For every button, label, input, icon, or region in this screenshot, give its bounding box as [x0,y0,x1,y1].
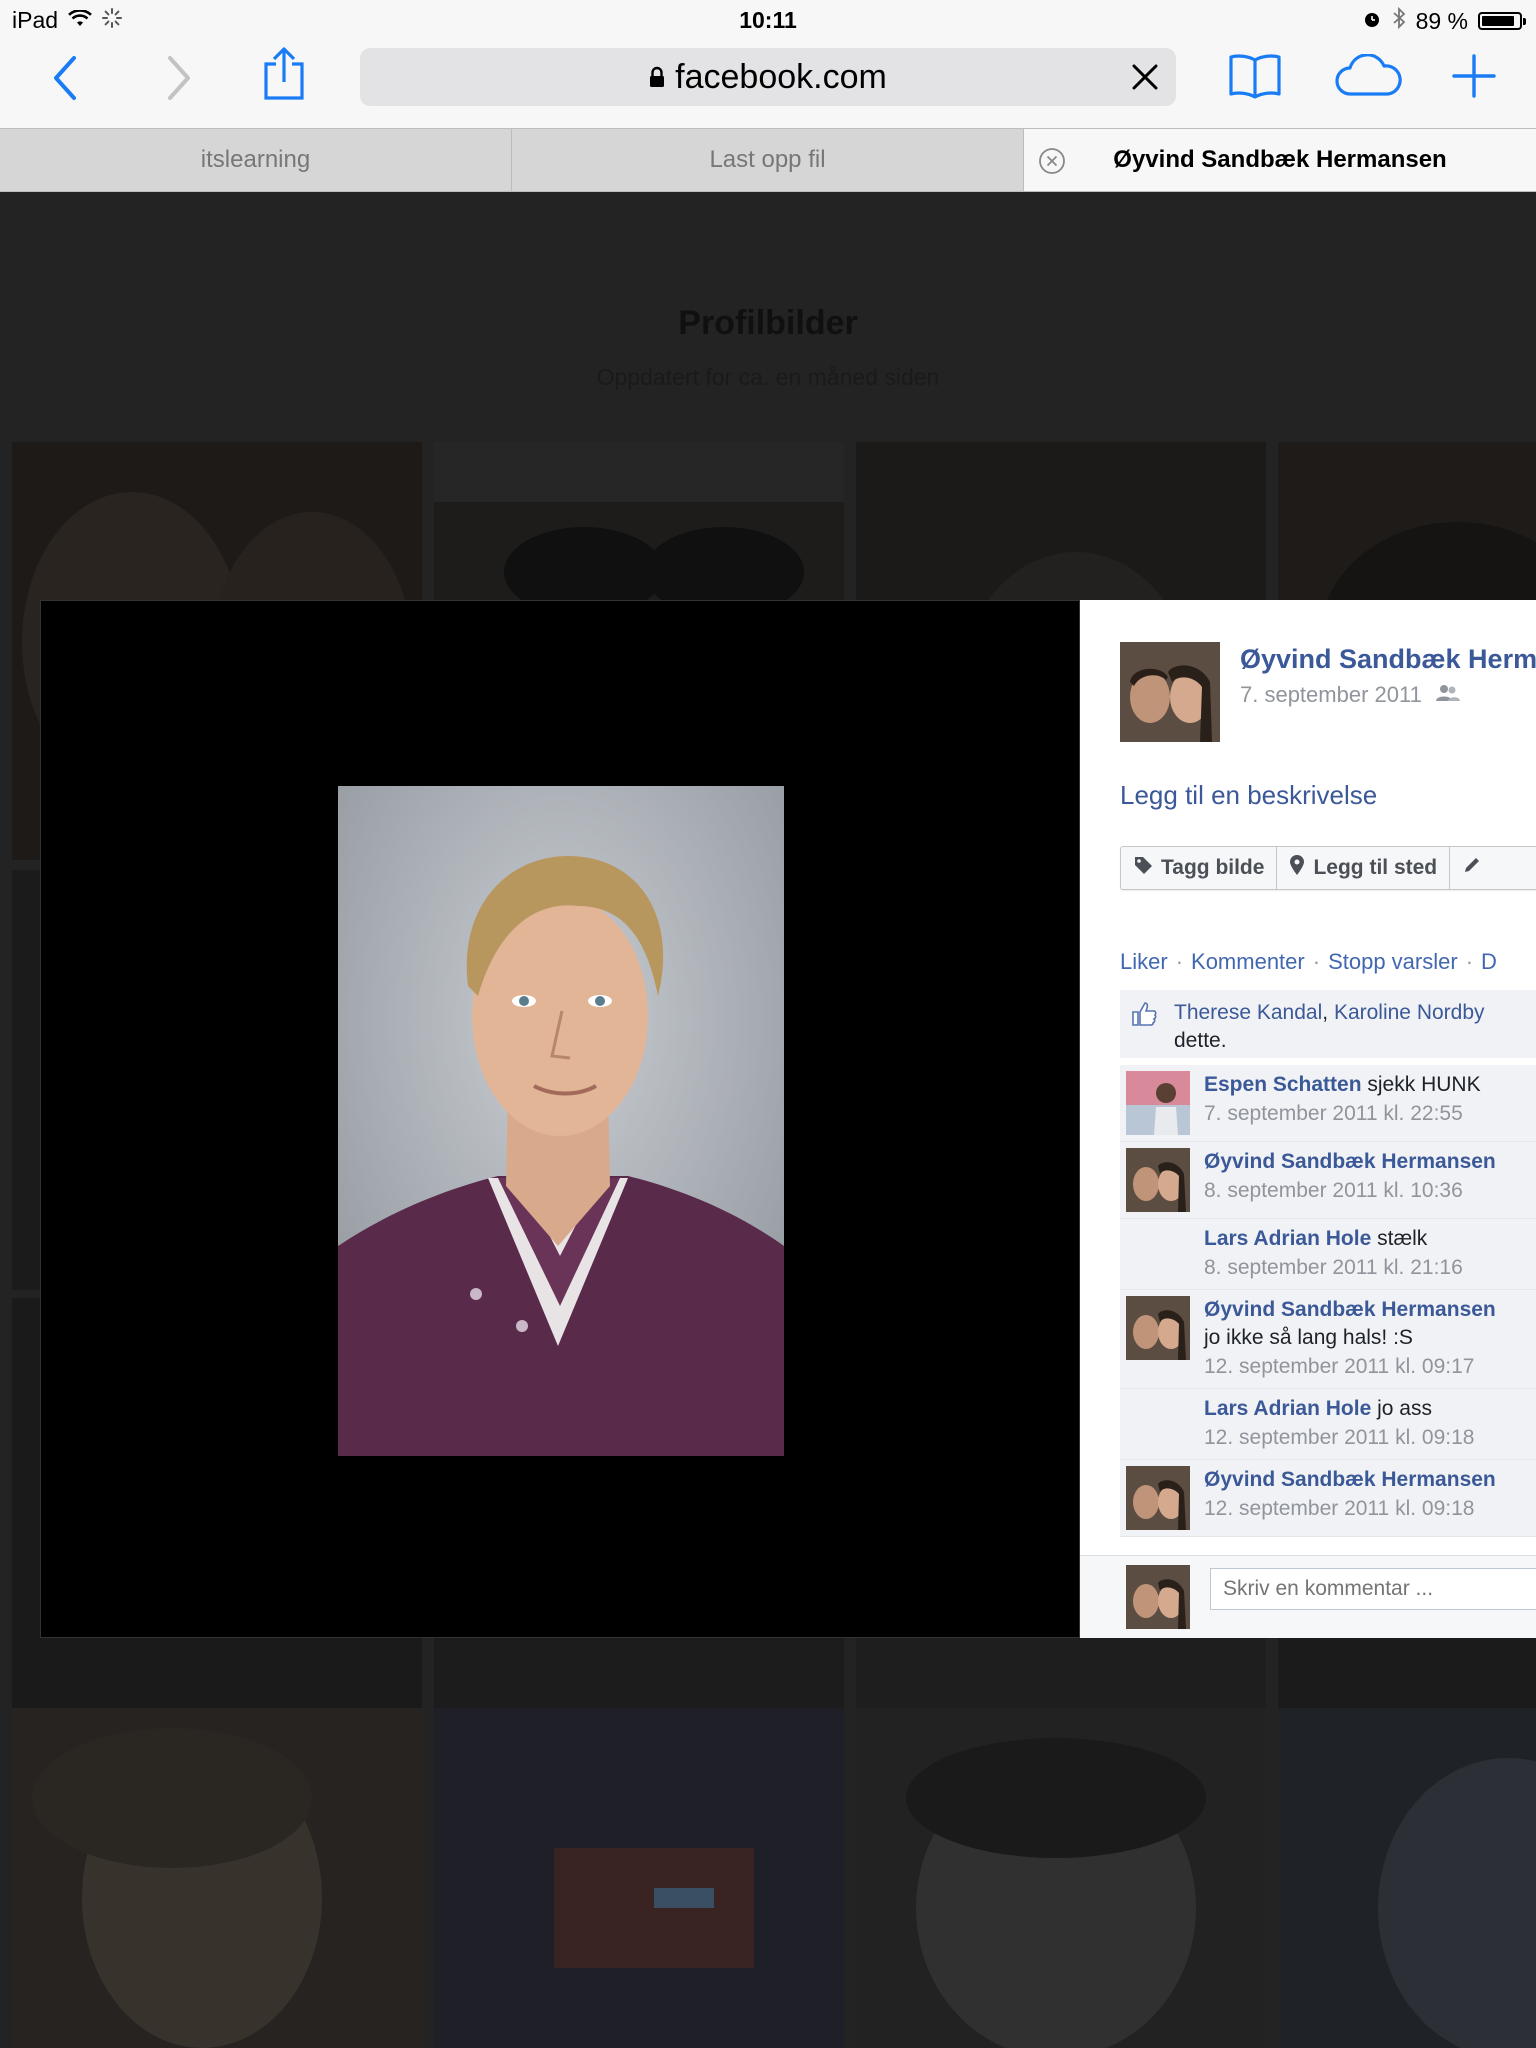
comment-link[interactable]: Kommenter [1191,949,1305,974]
tab-label: Øyvind Sandbæk Hermansen [1113,146,1447,173]
comment-timestamp[interactable]: 8. september 2011 kl. 21:16 [1204,1256,1463,1279]
back-button[interactable] [50,54,80,102]
comment-item: Lars Adrian Hole stælk 8. september 2011… [1120,1219,1536,1290]
status-bar: iPad 10:11 89 % [0,0,1536,40]
comment-text: sjekk HUNK [1367,1073,1481,1096]
album-photo-thumbnail[interactable] [1278,1708,1536,2048]
photo-viewer[interactable] [40,600,1080,1638]
like-link[interactable]: Liker [1120,949,1168,974]
bluetooth-icon [1392,6,1406,35]
comment-input[interactable] [1210,1568,1536,1610]
profile-photo[interactable] [338,786,784,1456]
comment-text: jo ass [1377,1397,1432,1420]
clock: 10:11 [739,7,797,33]
comment-item: Øyvind Sandbæk Hermansen 8. september 20… [1120,1142,1536,1219]
add-location-button[interactable]: Legg til sted [1277,847,1451,889]
comment-timestamp[interactable]: 7. september 2011 kl. 22:55 [1204,1102,1463,1125]
more-action-link[interactable]: D [1481,949,1497,974]
tab-label: itslearning [200,146,311,173]
pencil-icon [1462,855,1482,881]
owner-name-link[interactable]: Øyvind Sandbæk Hermansen [1240,644,1536,675]
post-date[interactable]: 7. september 2011 [1240,682,1460,708]
tab-label: Last opp fil [709,146,826,173]
liker-link[interactable]: Karoline Nordby [1334,1001,1485,1024]
current-user-avatar [1126,1565,1190,1629]
commenter-avatar[interactable] [1126,1466,1190,1530]
stop-notifications-link[interactable]: Stopp varsler [1328,949,1458,974]
likes-summary: Therese Kandal, Karoline Nordby dette. [1120,990,1536,1058]
comment-author-link[interactable]: Øyvind Sandbæk Hermansen [1204,1468,1496,1491]
share-button[interactable] [262,46,306,102]
likes-separator: , [1322,1001,1334,1024]
album-photo-thumbnail[interactable] [856,1708,1266,2048]
comment-text: stælk [1377,1227,1428,1250]
comment-timestamp[interactable]: 12. september 2011 kl. 09:18 [1204,1497,1474,1520]
comment-author-link[interactable]: Lars Adrian Hole [1204,1397,1371,1420]
url-text: facebook.com [675,57,887,96]
photo-info-panel: Øyvind Sandbæk Hermansen 7. september 20… [1080,600,1536,1638]
comment-timestamp[interactable]: 12. september 2011 kl. 09:18 [1204,1426,1474,1449]
comment-item: Øyvind Sandbæk Hermansen jo ikke så lang… [1120,1290,1536,1389]
forward-button[interactable] [164,54,194,102]
battery-level [1482,16,1514,26]
comment-timestamp[interactable]: 8. september 2011 kl. 10:36 [1204,1179,1463,1202]
browser-toolbar: facebook.com [0,40,1536,128]
commenter-avatar[interactable] [1126,1148,1190,1212]
comment-author-link[interactable]: Øyvind Sandbæk Hermansen [1204,1150,1496,1173]
commenter-avatar[interactable] [1126,1296,1190,1360]
comment-item: Espen Schatten sjekk HUNK 7. september 2… [1120,1065,1536,1142]
clear-url-icon[interactable] [1130,62,1160,101]
album-photo-thumbnail[interactable] [434,1708,844,2048]
tab-itslearning[interactable]: itslearning [0,129,512,191]
album-title: Profilbilder [678,304,858,342]
alarm-icon [1362,8,1382,35]
album-photo-thumbnail[interactable] [12,1708,422,2048]
album-subtitle: Oppdatert for ca. en måned siden [596,364,940,390]
commenter-avatar-placeholder [1126,1395,1190,1453]
commenter-avatar[interactable] [1126,1071,1190,1135]
tag-photo-button[interactable]: Tagg bilde [1121,847,1278,889]
location-pin-icon [1289,854,1305,882]
comment-author-link[interactable]: Øyvind Sandbæk Hermansen [1204,1298,1496,1321]
tab-facebook-active[interactable]: Øyvind Sandbæk Hermansen [1024,129,1536,191]
battery-percent: 89 % [1415,7,1468,34]
comment-author-link[interactable]: Lars Adrian Hole [1204,1227,1371,1250]
friends-audience-icon[interactable] [1435,682,1460,708]
tab-bar: itslearning Last opp fil Øyvind Sandbæk … [0,128,1536,192]
owner-avatar[interactable] [1120,642,1220,742]
comment-composer [1080,1555,1536,1638]
post-actions: Liker · Kommenter · Stopp varsler · D [1120,949,1497,974]
address-bar[interactable]: facebook.com [360,48,1176,106]
tab-last-opp-fil[interactable]: Last opp fil [512,129,1024,191]
photo-action-buttons: Tagg bilde Legg til sted [1120,846,1536,890]
add-description-link[interactable]: Legg til en beskrivelse [1120,780,1377,811]
comment-text: jo ikke så lang hals! :S [1204,1326,1413,1349]
battery-icon [1478,12,1526,30]
close-tab-icon[interactable] [1038,147,1066,182]
commenter-avatar-placeholder [1126,1225,1190,1283]
tag-icon [1133,855,1153,881]
comments-list[interactable]: Espen Schatten sjekk HUNK 7. september 2… [1120,1065,1536,1555]
bookmarks-button[interactable] [1228,52,1282,100]
lock-icon [649,66,665,88]
comment-author-link[interactable]: Espen Schatten [1204,1073,1362,1096]
comment-item: Øyvind Sandbæk Hermansen 12. september 2… [1120,1460,1536,1537]
comment-timestamp[interactable]: 12. september 2011 kl. 09:17 [1204,1355,1474,1378]
comment-item: Lars Adrian Hole jo ass 12. september 20… [1120,1389,1536,1460]
icloud-tabs-button[interactable] [1334,54,1404,98]
new-tab-button[interactable] [1452,54,1496,98]
thumbs-up-icon [1130,1000,1158,1036]
edit-button[interactable] [1450,847,1494,889]
liker-link[interactable]: Therese Kandal [1174,1001,1322,1024]
likes-suffix: dette. [1174,1029,1227,1052]
